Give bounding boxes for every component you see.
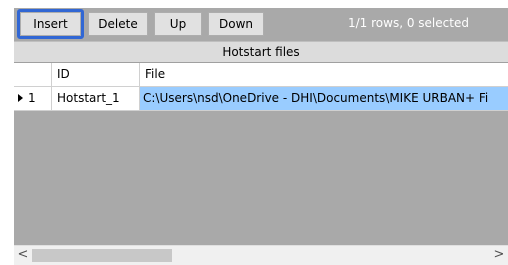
insert-button[interactable]: Insert (20, 12, 81, 36)
header-row: ID File (14, 63, 508, 87)
file-cell[interactable]: C:\Users\nsd\OneDrive - DHI\Documents\MI… (140, 87, 508, 111)
delete-button[interactable]: Delete (88, 12, 148, 36)
column-header-id[interactable]: ID (52, 63, 140, 87)
hotstart-files-panel: Insert Delete Up Down 1/1 rows, 0 select… (0, 0, 508, 265)
horizontal-scrollbar[interactable]: < > (14, 245, 508, 265)
row-status-text: 1/1 rows, 0 selected (348, 16, 469, 30)
scroll-left-icon[interactable]: < (14, 246, 32, 265)
down-button[interactable]: Down (208, 12, 264, 36)
scroll-thumb[interactable] (32, 249, 172, 262)
id-cell[interactable]: Hotstart_1 (52, 87, 140, 111)
row-number: 1 (28, 91, 36, 105)
grid-caption: Hotstart files (14, 41, 508, 63)
table-row[interactable]: 1 Hotstart_1 C:\Users\nsd\OneDrive - DHI… (14, 87, 508, 111)
column-header-file[interactable]: File (140, 63, 508, 87)
up-button[interactable]: Up (154, 12, 202, 36)
row-selector[interactable]: 1 (14, 87, 52, 111)
toolbar: Insert Delete Up Down 1/1 rows, 0 select… (14, 8, 508, 41)
scroll-right-icon[interactable]: > (490, 246, 508, 265)
current-row-arrow-icon (18, 93, 23, 102)
header-row-selector[interactable] (14, 63, 52, 87)
hotstart-grid[interactable]: Hotstart files ID File 1 Hotstart_1 C:\U… (14, 41, 508, 265)
